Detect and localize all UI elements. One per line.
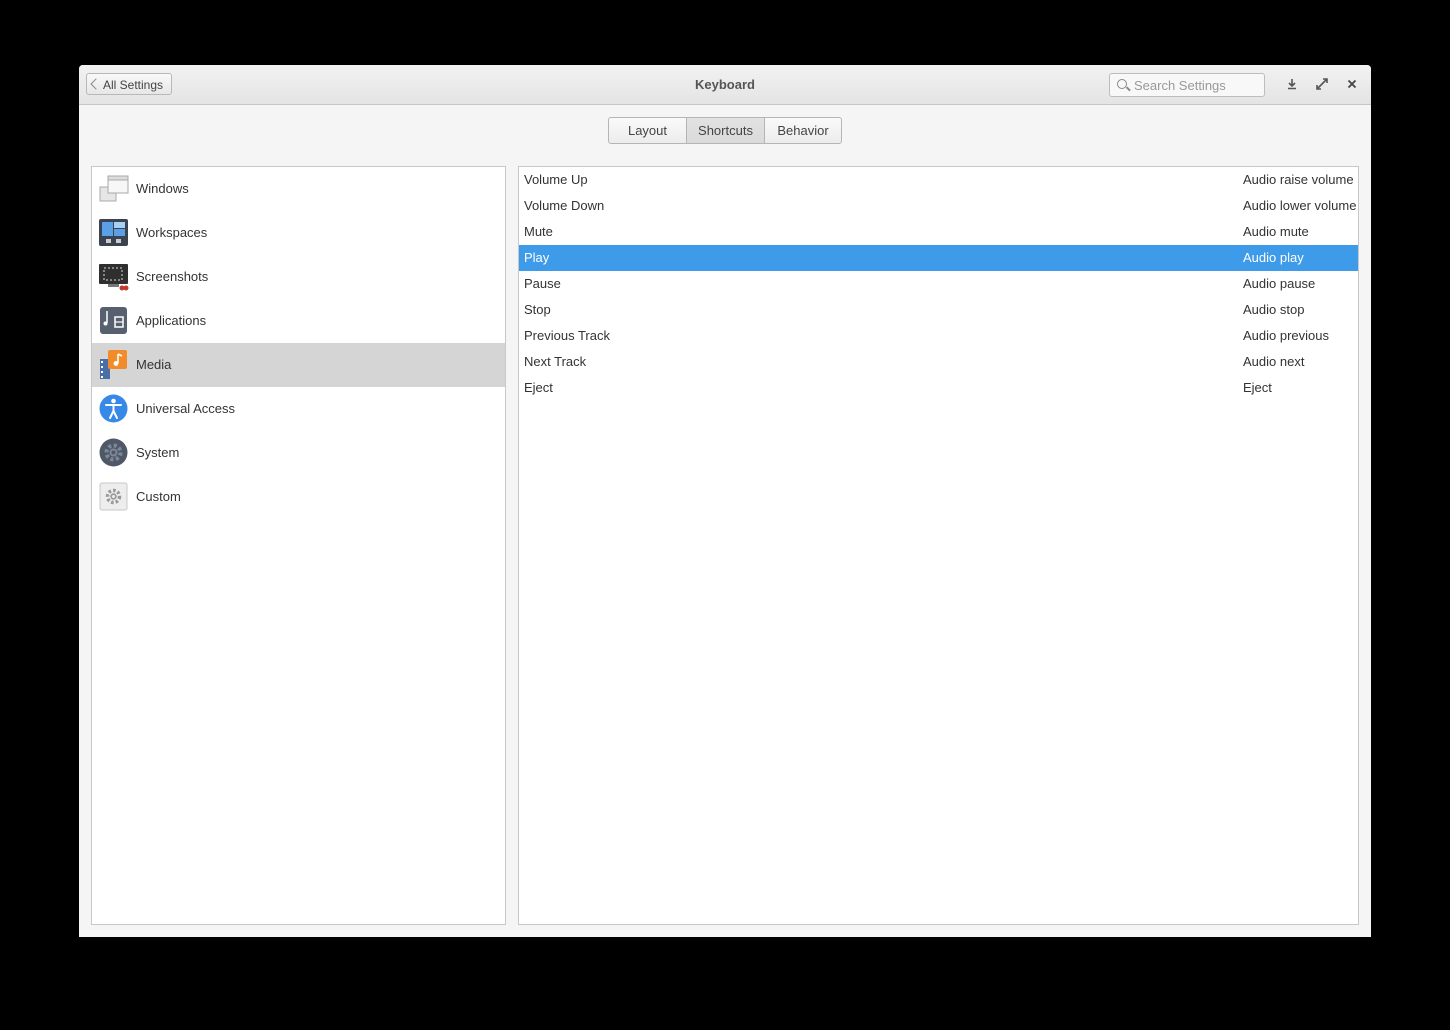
sidebar-item-media[interactable]: Media [92,343,505,387]
shortcut-row-stop[interactable]: Stop Audio stop [519,297,1358,323]
windows-icon [98,173,129,204]
media-icon [98,349,129,380]
sidebar-item-label: System [136,445,180,460]
shortcut-row-next-track[interactable]: Next Track Audio next [519,349,1358,375]
close-icon[interactable] [1344,76,1360,92]
maximize-icon[interactable] [1314,76,1330,92]
shortcut-accelerator[interactable]: Eject [1243,380,1272,395]
sidebar-item-screenshots[interactable]: Screenshots [92,255,505,299]
sidebar-item-label: Screenshots [136,269,209,284]
shortcut-accelerator[interactable]: Audio next [1243,354,1304,369]
shortcut-accelerator[interactable]: Audio pause [1243,276,1315,291]
sidebar-item-label: Workspaces [136,225,208,240]
screenshots-icon [98,261,129,292]
sidebar-item-label: Applications [136,313,207,328]
sidebar-item-label: Universal Access [136,401,235,416]
universal-access-icon [98,393,129,424]
shortcut-name: Mute [524,224,553,239]
sidebar-item-system[interactable]: System [92,431,505,475]
system-icon [98,437,129,468]
shortcut-row-mute[interactable]: Mute Audio mute [519,219,1358,245]
shortcut-name: Volume Down [524,198,605,213]
shortcut-row-eject[interactable]: Eject Eject [519,375,1358,401]
tab-shortcuts[interactable]: Shortcuts [686,118,764,143]
sidebar-item-windows[interactable]: Windows [92,167,505,211]
shortcut-name: Next Track [524,354,587,369]
shortcut-row-volume-down[interactable]: Volume Down Audio lower volume [519,193,1358,219]
category-sidebar: Windows Workspaces Screenshots Applicati… [91,166,506,925]
tab-behavior[interactable]: Behavior [764,118,841,143]
search-icon [1117,79,1127,89]
custom-icon [98,481,129,512]
shortcut-name: Eject [524,380,553,395]
tab-layout[interactable]: Layout [609,118,686,143]
shortcut-accelerator[interactable]: Audio mute [1243,224,1309,239]
shortcut-accelerator[interactable]: Audio previous [1243,328,1329,343]
sidebar-item-label: Windows [136,181,189,196]
shortcut-accelerator[interactable]: Audio play [1243,250,1304,265]
sidebar-item-label: Custom [136,489,181,504]
titlebar: All Settings Keyboard [79,65,1371,105]
shortcut-name: Volume Up [524,172,588,187]
shortcut-name: Pause [524,276,561,291]
shortcut-row-volume-up[interactable]: Volume Up Audio raise volume [519,167,1358,193]
shortcut-accelerator[interactable]: Audio stop [1243,302,1304,317]
search-field[interactable] [1109,73,1265,97]
shortcut-row-previous-track[interactable]: Previous Track Audio previous [519,323,1358,349]
mode-tabs: Layout Shortcuts Behavior [608,117,842,144]
shortcut-name: Previous Track [524,328,610,343]
shortcut-name: Play [524,250,550,265]
shortcuts-list: Volume Up Audio raise volume Volume Down… [518,166,1359,925]
shortcut-row-pause[interactable]: Pause Audio pause [519,271,1358,297]
keyboard-settings-window: All Settings Keyboard Layout Shortcuts B… [79,65,1371,937]
sidebar-item-applications[interactable]: Applications [92,299,505,343]
shortcut-accelerator[interactable]: Audio raise volume [1243,172,1354,187]
applications-icon [98,305,129,336]
download-icon[interactable] [1284,76,1300,92]
sidebar-item-universal-access[interactable]: Universal Access [92,387,505,431]
search-input[interactable] [1134,76,1259,94]
shortcut-name: Stop [524,302,551,317]
sidebar-item-workspaces[interactable]: Workspaces [92,211,505,255]
sidebar-item-custom[interactable]: Custom [92,475,505,519]
sidebar-item-label: Media [136,357,172,372]
shortcut-accelerator[interactable]: Audio lower volume [1243,198,1356,213]
shortcut-row-play[interactable]: Play Audio play [519,245,1358,271]
workspaces-icon [98,217,129,248]
